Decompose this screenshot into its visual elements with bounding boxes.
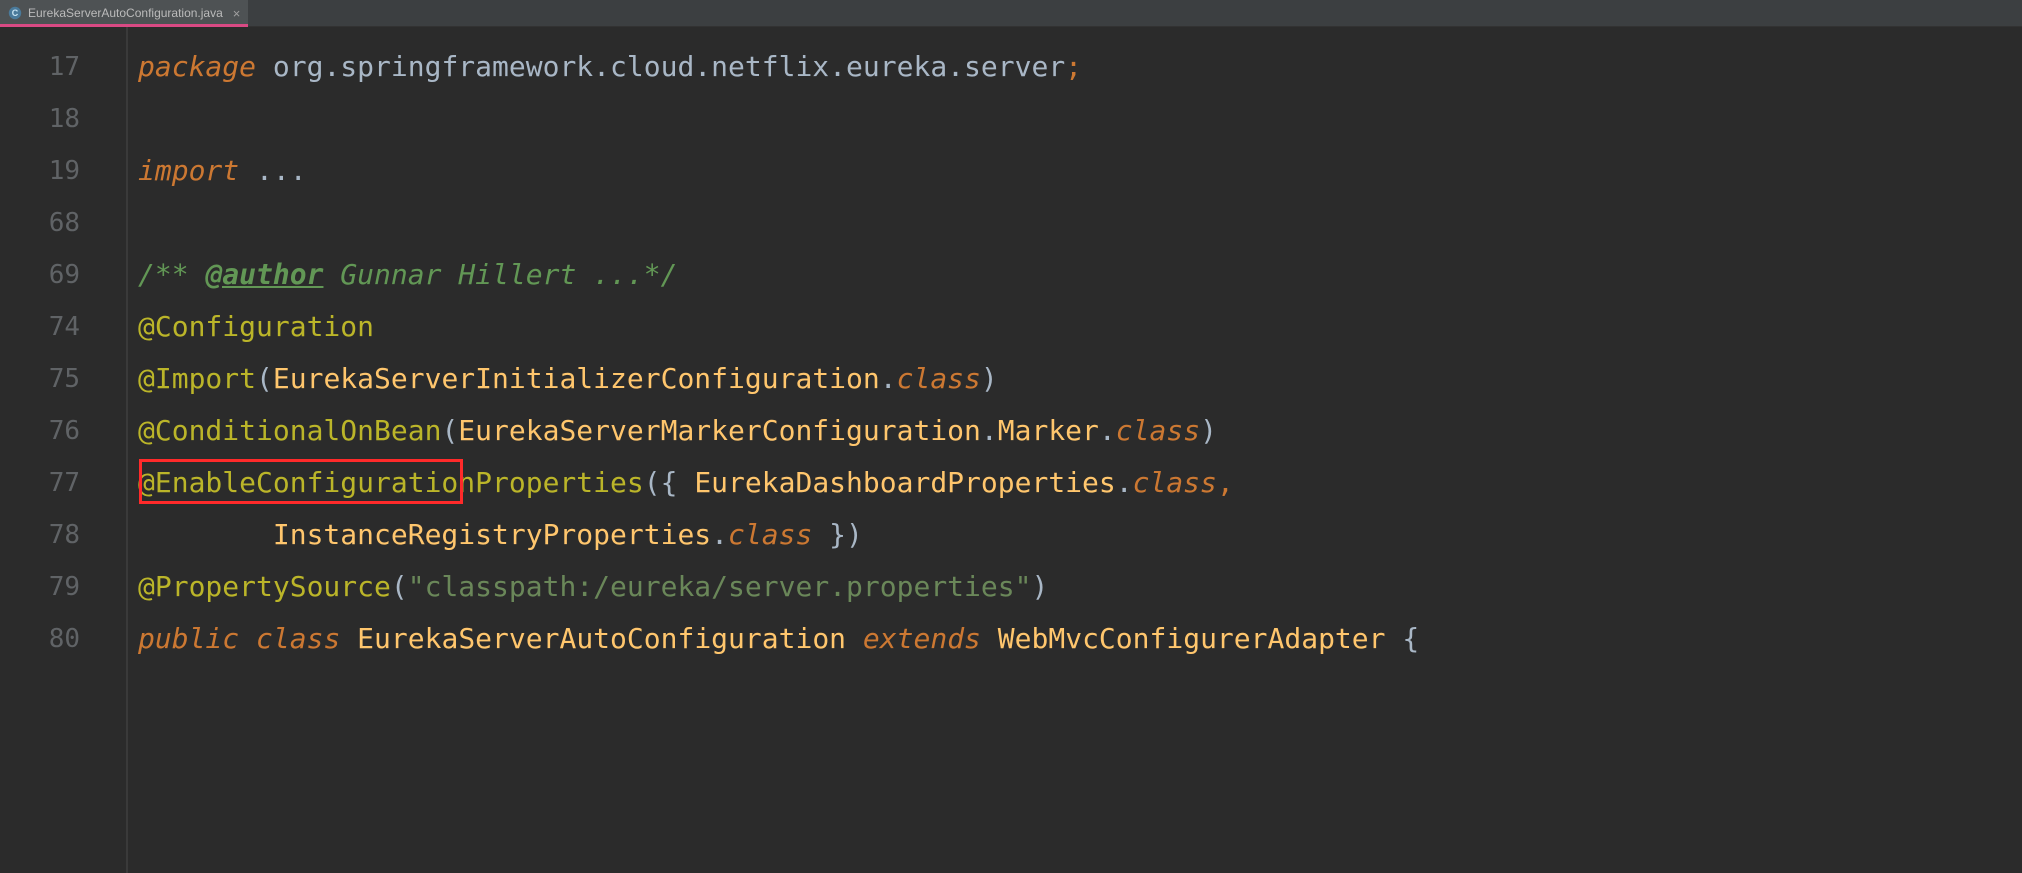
line-number: 80 [0,613,126,665]
paren-open: ( [256,353,273,405]
paren-open: ( [644,457,661,509]
class-ref: EurekaServerInitializerConfiguration [273,353,880,405]
keyword-package: package [138,41,256,93]
dot: . [880,353,897,405]
line-number: 76 [0,405,126,457]
line-number: 74 [0,301,126,353]
comma: , [1217,457,1234,509]
code-line[interactable]: /** @author Gunnar Hillert ...*/ [128,249,2022,301]
code-line[interactable]: @ConditionalOnBean(EurekaServerMarkerCon… [128,405,2022,457]
code-area[interactable]: package org.springframework.cloud.netfli… [128,27,2022,873]
paren-open: ( [441,405,458,457]
code-line[interactable]: @PropertySource("classpath:/eureka/serve… [128,561,2022,613]
dot: . [1099,405,1116,457]
tab-filename: EurekaServerAutoConfiguration.java [28,6,223,20]
line-number: 69 [0,249,126,301]
javadoc-tag: @author [205,249,323,301]
folded-imports[interactable]: ... [256,145,307,197]
indent [138,509,273,561]
class-keyword: class [1116,405,1200,457]
semicolon: ; [1065,41,1082,93]
paren-close: ) [846,509,863,561]
close-icon[interactable]: × [233,6,241,21]
line-number: 68 [0,197,126,249]
string-literal: "classpath:/eureka/server.properties" [408,561,1032,613]
keyword-import: import [138,145,256,197]
paren-open: ( [391,561,408,613]
package-path: org.springframework.cloud.netflix.eureka… [256,41,1065,93]
javadoc-text: Gunnar Hillert ...*/ [323,249,677,301]
brace-open: { [1402,613,1419,665]
class-ref: EurekaServerMarkerConfiguration [458,405,981,457]
keyword-public: public [138,613,239,665]
class-keyword: class [728,509,812,561]
dot: . [711,509,728,561]
javadoc-open: /** [138,249,205,301]
class-keyword: class [1133,457,1217,509]
keyword-class: class [256,613,340,665]
code-line[interactable]: @Configuration [128,301,2022,353]
line-number: 75 [0,353,126,405]
annotation-conditional-on-bean: @ConditionalOnBean [138,405,441,457]
brace-close: } [812,509,846,561]
class-ref: Marker [998,405,1099,457]
svg-text:C: C [12,8,19,18]
class-keyword: class [897,353,981,405]
class-ref: WebMvcConfigurerAdapter [998,613,1386,665]
line-number: 79 [0,561,126,613]
line-number: 77 [0,457,126,509]
brace-open: { [661,457,695,509]
annotation-enable-config-props: @EnableConfigurationProperties [138,457,644,509]
class-ref: InstanceRegistryProperties [273,509,711,561]
line-number-gutter: 17 18 19 68 69 74 75 76 77 78 79 80 [0,27,128,873]
code-line[interactable]: import ... [128,145,2022,197]
dot: . [981,405,998,457]
annotation-property-source: @PropertySource [138,561,391,613]
tab-bar: C EurekaServerAutoConfiguration.java × [0,0,2022,27]
code-line[interactable]: public class EurekaServerAutoConfigurati… [128,613,2022,665]
class-decl: EurekaServerAutoConfiguration [357,613,846,665]
annotation-import: @Import [138,353,256,405]
code-line[interactable]: InstanceRegistryProperties.class }) [128,509,2022,561]
code-editor[interactable]: 17 18 19 68 69 74 75 76 77 78 79 80 pack… [0,27,2022,873]
keyword-extends: extends [863,613,981,665]
line-number: 18 [0,93,126,145]
line-number: 17 [0,41,126,93]
line-number: 19 [0,145,126,197]
paren-close: ) [1200,405,1217,457]
dot: . [1116,457,1133,509]
code-line[interactable] [128,93,2022,145]
code-line[interactable]: @Import(EurekaServerInitializerConfigura… [128,353,2022,405]
paren-close: ) [981,353,998,405]
class-ref: EurekaDashboardProperties [694,457,1115,509]
file-tab[interactable]: C EurekaServerAutoConfiguration.java × [0,0,250,26]
java-class-icon: C [8,6,22,20]
line-number: 78 [0,509,126,561]
code-line[interactable]: @EnableConfigurationProperties({ EurekaD… [128,457,2022,509]
code-line[interactable] [128,197,2022,249]
code-line[interactable]: package org.springframework.cloud.netfli… [128,41,2022,93]
paren-close: ) [1031,561,1048,613]
annotation-configuration: @Configuration [138,301,374,353]
